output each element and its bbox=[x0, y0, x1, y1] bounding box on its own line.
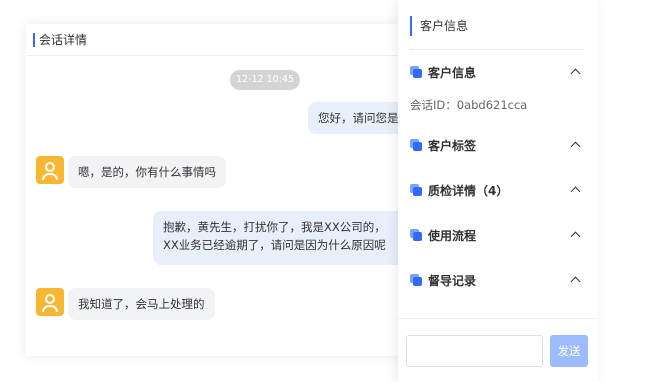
session-id: 会话ID：0abd621cca bbox=[410, 98, 528, 112]
user-icon-body bbox=[42, 173, 58, 180]
section-label: 客户标签 bbox=[428, 139, 477, 153]
customer-avatar bbox=[36, 156, 64, 184]
user-icon-head bbox=[45, 162, 55, 172]
section-usage-flow[interactable]: 使用流程 bbox=[410, 226, 583, 246]
message-text-line: 抱歉，黄先生，打扰你了，我是XX公司的， bbox=[163, 220, 386, 234]
message-input[interactable] bbox=[406, 335, 543, 367]
section-icon bbox=[410, 66, 424, 80]
section-icon bbox=[410, 139, 424, 153]
customer-info-panel: 客户信息 客户信息 会话ID：0abd621cca 客户标签 质检详情（4） 使… bbox=[398, 0, 598, 382]
send-button[interactable]: 发送 bbox=[550, 335, 588, 367]
conversation-header: 会话详情 bbox=[26, 24, 406, 56]
chevron-up-icon[interactable] bbox=[570, 141, 581, 152]
user-icon-body bbox=[42, 305, 58, 312]
divider bbox=[410, 49, 583, 50]
chevron-up-icon[interactable] bbox=[570, 68, 581, 79]
chevron-up-icon[interactable] bbox=[570, 186, 581, 197]
panel-header: 客户信息 bbox=[398, 0, 598, 50]
user-icon-head bbox=[45, 294, 55, 304]
section-icon bbox=[410, 274, 424, 288]
message-text-line: XX业务已经逾期了，请问是因为什么原因呢 bbox=[163, 238, 386, 252]
conversation-panel: 会话详情 12-12 10:45 您好，请问您是 嗯，是的，你有什么事情吗 抱歉… bbox=[26, 24, 406, 356]
section-customer-info[interactable]: 客户信息 bbox=[410, 63, 583, 83]
section-icon bbox=[410, 229, 424, 243]
section-customer-tags[interactable]: 客户标签 bbox=[410, 136, 583, 156]
section-label: 督导记录 bbox=[428, 274, 477, 288]
message-bubble-agent: 抱歉，黄先生，打扰你了，我是XX公司的， XX业务已经逾期了，请问是因为什么原因… bbox=[153, 211, 406, 265]
section-qc-details[interactable]: 质检详情（4） bbox=[410, 181, 583, 201]
timestamp-badge: 12-12 10:45 bbox=[230, 70, 300, 90]
section-label: 质检详情（4） bbox=[428, 184, 509, 198]
panel-title: 客户信息 bbox=[420, 19, 469, 33]
section-label: 客户信息 bbox=[428, 66, 477, 80]
title-accent-bar bbox=[410, 16, 412, 36]
section-label: 使用流程 bbox=[428, 229, 477, 243]
customer-avatar bbox=[36, 288, 64, 316]
chevron-up-icon[interactable] bbox=[570, 231, 581, 242]
message-text: 您好，请问您是 bbox=[318, 111, 399, 125]
message-bubble-customer: 嗯，是的，你有什么事情吗 bbox=[68, 156, 226, 188]
message-text: 嗯，是的，你有什么事情吗 bbox=[78, 165, 216, 179]
message-bubble-agent: 您好，请问您是 bbox=[308, 102, 406, 134]
section-supervision-records[interactable]: 督导记录 bbox=[410, 271, 583, 291]
title-accent-bar bbox=[33, 33, 35, 47]
message-text: 我知道了，会马上处理的 bbox=[78, 297, 205, 311]
conversation-title: 会话详情 bbox=[39, 33, 88, 47]
message-composer: 发送 bbox=[398, 318, 598, 382]
section-icon bbox=[410, 184, 424, 198]
message-bubble-customer: 我知道了，会马上处理的 bbox=[68, 288, 215, 320]
chevron-up-icon[interactable] bbox=[570, 276, 581, 287]
